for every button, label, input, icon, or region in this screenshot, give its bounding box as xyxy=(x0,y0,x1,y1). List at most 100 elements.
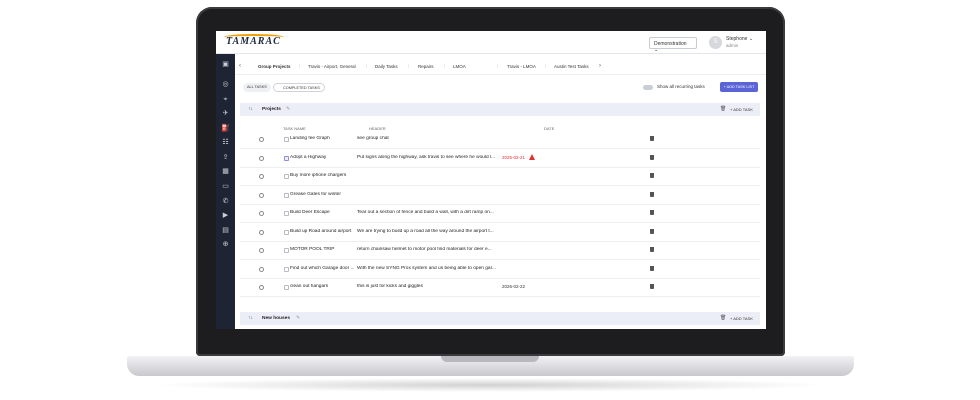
task-name: Find out which Garage door ... xyxy=(290,265,354,271)
group-title[interactable]: Projects xyxy=(262,107,281,112)
select-checkbox[interactable] xyxy=(284,174,289,179)
sort-arrows-icon[interactable]: ↑↓ xyxy=(248,315,253,321)
trash-icon[interactable] xyxy=(650,284,654,289)
tab-separator: ⁞ xyxy=(444,64,446,69)
select-checkbox[interactable] xyxy=(284,248,289,253)
trash-icon[interactable] xyxy=(650,210,654,215)
dashboard-icon[interactable]: ◎ xyxy=(221,80,230,89)
complete-checkbox[interactable] xyxy=(259,192,264,198)
edit-pencil-icon[interactable]: ✎ xyxy=(286,106,290,112)
add-icon[interactable]: ⊕ xyxy=(221,240,230,249)
sort-arrows-icon[interactable]: ↑↓ xyxy=(248,106,253,112)
tab-daily-tasks[interactable]: Daily Tasks xyxy=(375,64,398,69)
media-icon[interactable]: ▶ xyxy=(221,211,230,220)
select-checkbox[interactable] xyxy=(284,211,289,216)
tasks-icon[interactable]: ☷ xyxy=(221,138,230,147)
task-name: Adopt a Highway xyxy=(290,154,327,160)
all-tasks-filter[interactable]: ALL TASKS xyxy=(243,83,271,92)
add-task-button[interactable]: + ADD TASK xyxy=(730,316,753,321)
tab-separator: ⁞ xyxy=(408,64,410,69)
tab-travis-airport[interactable]: Travis - Airport, General xyxy=(308,64,356,69)
complete-checkbox[interactable] xyxy=(259,248,264,253)
select-checkbox[interactable] xyxy=(284,229,289,235)
plane-icon[interactable]: ✈ xyxy=(221,109,230,118)
chevron-down-icon: ⌄ xyxy=(654,47,659,53)
tab-separator: ⁞ xyxy=(497,64,499,69)
trash-icon[interactable]: 🗑 xyxy=(720,315,726,321)
trash-icon[interactable] xyxy=(650,265,654,271)
table-row[interactable]: MOTOR POOL TRIP return chainsaw helmet to… xyxy=(240,242,760,260)
complete-checkbox[interactable] xyxy=(259,155,264,161)
table-row[interactable]: Build up Road around airport We are tryin… xyxy=(240,224,760,242)
warning-icon xyxy=(529,153,535,160)
select-checkbox[interactable] xyxy=(284,155,289,161)
add-task-list-button[interactable]: + ADD TASK LIST xyxy=(720,82,758,92)
recurring-toggle[interactable] xyxy=(643,85,653,90)
location-icon[interactable]: ⌖ xyxy=(221,95,230,104)
phone-icon[interactable]: ✆ xyxy=(221,197,230,206)
table-row[interactable]: Build Deer Escape Tear out a section of f… xyxy=(240,205,760,223)
trash-icon[interactable] xyxy=(650,247,654,252)
task-name: Grease Gates for winter xyxy=(290,191,341,197)
recurring-toggle-label: Show all recurring tasks xyxy=(657,84,705,89)
upload-icon[interactable]: ⇪ xyxy=(221,153,230,162)
trash-icon[interactable] xyxy=(650,191,654,197)
top-bar: TAMARAC Demonstration ⌄ S Stephone ⌄ adm… xyxy=(216,31,766,54)
user-role: admin xyxy=(726,43,739,48)
document-icon[interactable]: ▤ xyxy=(221,226,230,235)
select-checkbox[interactable] xyxy=(284,192,289,198)
task-header: Tear out a section of fence and build a … xyxy=(357,210,494,215)
account-select-label: Demonstration xyxy=(654,41,687,47)
calendar-icon[interactable]: ▦ xyxy=(221,167,230,176)
complete-checkbox[interactable] xyxy=(259,229,264,235)
select-checkbox[interactable] xyxy=(284,137,289,142)
task-header: return chainsaw helmet to motor pool fin… xyxy=(357,247,492,252)
tabs-next-icon[interactable]: › xyxy=(599,63,601,69)
fuel-icon[interactable]: ⛽ xyxy=(221,124,230,133)
edit-pencil-icon[interactable]: ✎ xyxy=(296,315,300,321)
table-row[interactable]: Landing fee Graph see group chat xyxy=(240,131,760,149)
task-header: see group chat xyxy=(357,136,389,141)
table-row[interactable]: clean out hangars this is just for kicks … xyxy=(240,279,760,297)
folder-icon[interactable]: ▭ xyxy=(221,182,230,191)
complete-checkbox[interactable] xyxy=(259,266,264,272)
completed-tasks-filter[interactable]: COMPLETED TASKS xyxy=(273,83,325,92)
group-header: ↑↓ Projects ✎ 🗑 + ADD TASK xyxy=(240,103,760,116)
complete-checkbox[interactable] xyxy=(259,174,264,179)
tab-group-projects[interactable]: Group Projects xyxy=(258,64,291,69)
tab-repairs[interactable]: Repairs xyxy=(418,64,434,69)
user-menu[interactable]: Stephone ⌄ xyxy=(726,36,753,42)
panel-toggle-icon[interactable]: ▣ xyxy=(221,60,230,69)
laptop-shadow xyxy=(150,378,830,392)
avatar[interactable]: S xyxy=(709,36,722,49)
table-row[interactable]: Find out which Garage door ... With the n… xyxy=(240,261,760,279)
table-row[interactable]: Grease Gates for winter xyxy=(240,187,760,205)
task-date: 2025-02-21 xyxy=(502,154,526,160)
chevron-down-icon: ⌄ xyxy=(748,36,754,42)
complete-checkbox[interactable] xyxy=(259,137,264,142)
trash-icon[interactable]: 🗑 xyxy=(720,106,726,112)
trash-icon[interactable] xyxy=(650,173,654,178)
trash-icon[interactable] xyxy=(650,228,654,234)
completed-tasks-label: COMPLETED TASKS xyxy=(283,86,320,90)
task-header: Put signs along the highway, ask travis … xyxy=(357,154,496,160)
trash-icon[interactable] xyxy=(650,154,654,160)
select-checkbox[interactable] xyxy=(284,285,289,290)
task-name: clean out hangars xyxy=(290,284,329,289)
trash-icon[interactable] xyxy=(650,136,654,141)
select-checkbox[interactable] xyxy=(284,266,289,272)
logo[interactable]: TAMARAC xyxy=(226,36,281,47)
tab-lmoa[interactable]: LMOA xyxy=(453,64,466,69)
add-task-button[interactable]: + ADD TASK xyxy=(730,107,753,112)
task-name: Build up Road around airport xyxy=(290,228,352,234)
tabs-prev-icon[interactable]: ‹ xyxy=(239,63,241,69)
complete-checkbox[interactable] xyxy=(259,211,264,216)
group-title[interactable]: New houses xyxy=(262,316,290,321)
account-select[interactable]: Demonstration ⌄ xyxy=(649,37,697,53)
tab-separator: ⁞ xyxy=(366,64,368,69)
table-row[interactable]: Adopt a Highway Put signs along the highw… xyxy=(240,150,760,168)
tab-austin-test[interactable]: Austin Test Tasks xyxy=(554,64,589,69)
complete-checkbox[interactable] xyxy=(259,285,264,290)
tab-travis-lmoa[interactable]: Travis - LMOA xyxy=(507,64,536,69)
table-row[interactable]: Buy more iphone chargers xyxy=(240,168,760,186)
